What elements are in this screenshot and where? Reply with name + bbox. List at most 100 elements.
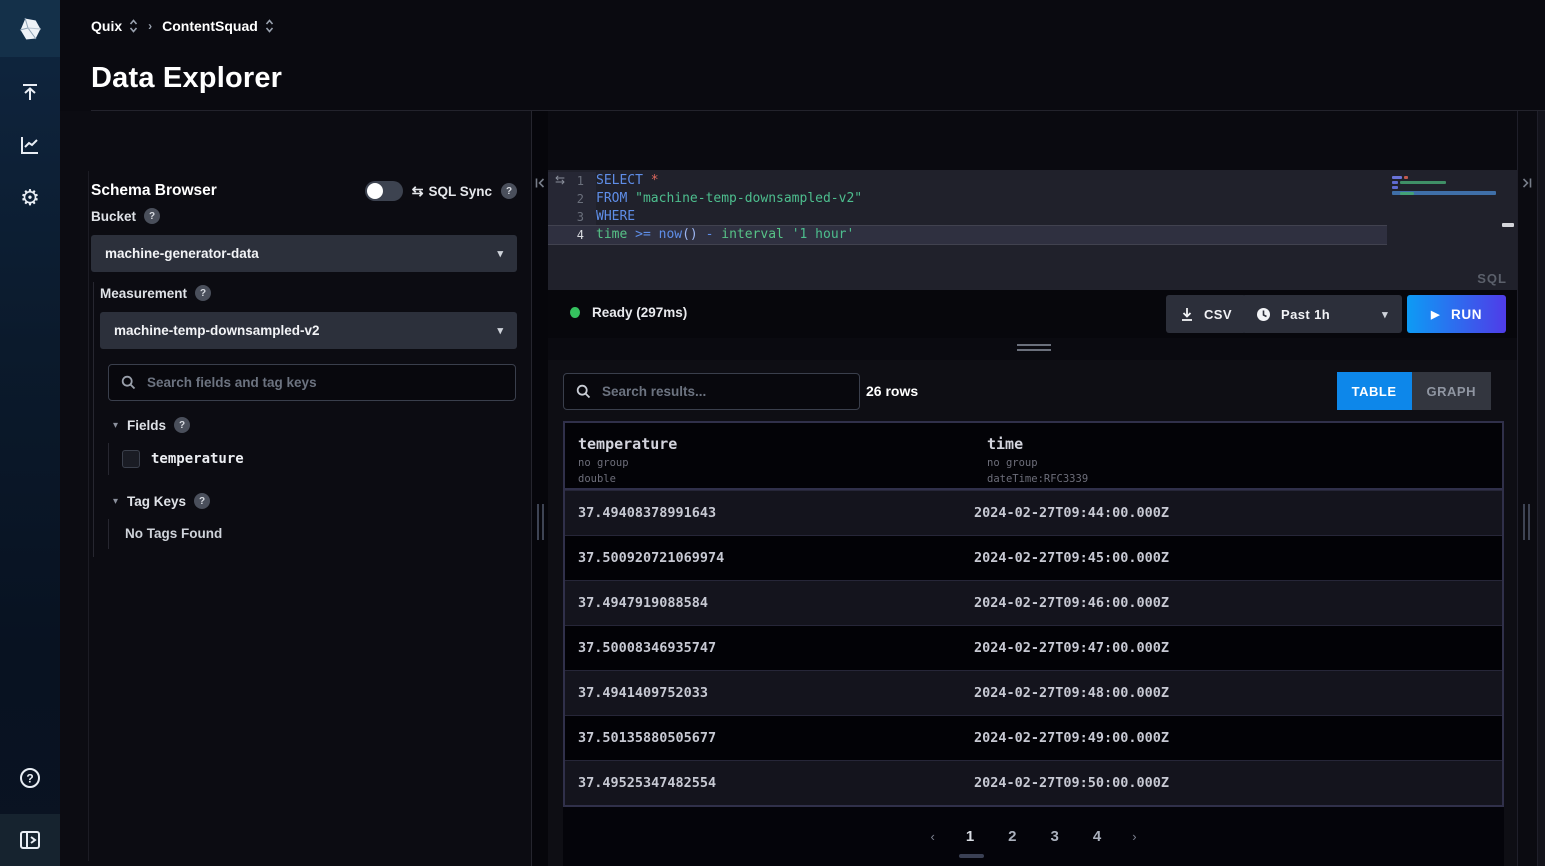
tree-guide-line xyxy=(108,443,109,475)
prev-page-icon[interactable]: ‹ xyxy=(924,829,940,844)
upload-icon[interactable] xyxy=(0,78,60,106)
bucket-help-icon[interactable]: ? xyxy=(144,208,160,224)
collapse-right-icon[interactable] xyxy=(1521,177,1533,189)
tag-keys-help-icon[interactable]: ? xyxy=(194,493,210,509)
editor-minimap[interactable] xyxy=(1390,174,1503,284)
settings-gear-icon[interactable]: ⚙ xyxy=(0,184,60,212)
table-cell: 2024-02-27T09:45:00.000Z xyxy=(974,550,1502,566)
page-button-2[interactable]: 2 xyxy=(1003,824,1021,849)
table-row[interactable]: 37.494083789916432024-02-27T09:44:00.000… xyxy=(565,490,1502,535)
fields-help-icon[interactable]: ? xyxy=(174,417,190,433)
column-header-time[interactable]: time no group dateTime:RFC3339 xyxy=(987,435,1088,485)
results-view-tabs: TABLE GRAPH xyxy=(1337,372,1491,410)
metrics-icon[interactable] xyxy=(0,131,60,159)
code-line[interactable]: 4time >= now() - interval '1 hour' xyxy=(548,226,1387,244)
fields-label: Fields xyxy=(127,418,166,433)
collapse-caret-icon[interactable]: ▾ xyxy=(113,420,118,431)
sql-sync-help-icon[interactable]: ? xyxy=(501,183,517,199)
chevron-down-icon: ▾ xyxy=(497,324,503,337)
table-cell: 37.49408378991643 xyxy=(565,505,974,521)
minimap-line xyxy=(1392,176,1402,179)
table-cell: 2024-02-27T09:47:00.000Z xyxy=(974,640,1502,656)
active-page-indicator xyxy=(959,854,984,858)
code-line[interactable]: 2FROM "machine-temp-downsampled-v2" xyxy=(548,190,1387,208)
table-row[interactable]: 37.49414097520332024-02-27T09:48:00.000Z xyxy=(565,670,1502,715)
results-search-input[interactable]: Search results... xyxy=(563,373,860,410)
tree-guide-line xyxy=(108,519,109,549)
help-icon[interactable]: ? xyxy=(0,764,60,792)
breadcrumb-separator: › xyxy=(148,19,152,33)
column-header-temperature[interactable]: temperature no group double xyxy=(578,435,677,485)
code-line[interactable]: 1SELECT * xyxy=(548,172,1387,190)
breadcrumb-workspace[interactable]: ContentSquad xyxy=(162,18,274,34)
chevron-down-icon: ▾ xyxy=(1382,308,1388,321)
table-row[interactable]: 37.49479190885842024-02-27T09:46:00.000Z xyxy=(565,580,1502,625)
tab-graph[interactable]: GRAPH xyxy=(1412,372,1491,410)
next-page-icon[interactable]: › xyxy=(1126,829,1142,844)
code-text: WHERE xyxy=(596,208,635,226)
splitter-handle[interactable] xyxy=(1523,504,1530,540)
minimap-line xyxy=(1392,181,1398,184)
run-button[interactable]: ▶ RUN xyxy=(1407,295,1506,333)
results-table: temperature no group double time no grou… xyxy=(563,421,1504,807)
breadcrumb-org-label: Quix xyxy=(91,18,122,34)
left-splitter[interactable] xyxy=(531,111,548,866)
page-button-3[interactable]: 3 xyxy=(1046,824,1064,849)
table-header: temperature no group double time no grou… xyxy=(565,423,1502,490)
table-cell: 37.4947919088584 xyxy=(565,595,974,611)
clock-icon xyxy=(1256,307,1271,322)
field-item-temperature[interactable]: temperature xyxy=(122,450,244,468)
sql-editor[interactable]: ⇆ 1SELECT *2FROM "machine-temp-downsampl… xyxy=(548,170,1517,290)
run-label: RUN xyxy=(1451,307,1482,322)
org-switcher-icon[interactable] xyxy=(129,19,138,33)
page-button-1[interactable]: 1 xyxy=(961,824,979,849)
measurement-help-icon[interactable]: ? xyxy=(195,285,211,301)
sql-sync-toggle[interactable] xyxy=(365,181,403,201)
right-splitter[interactable] xyxy=(1517,111,1545,866)
code-text: time >= now() - interval '1 hour' xyxy=(596,226,854,244)
csv-download-button[interactable]: CSV xyxy=(1166,295,1246,333)
horizontal-splitter-handle[interactable] xyxy=(1017,344,1051,351)
schema-search-input[interactable]: Search fields and tag keys xyxy=(108,364,516,401)
table-cell: 2024-02-27T09:46:00.000Z xyxy=(974,595,1502,611)
table-body: 37.494083789916432024-02-27T09:44:00.000… xyxy=(565,490,1502,805)
measurement-label: Measurement xyxy=(100,286,187,301)
minimap-scroll-thumb[interactable] xyxy=(1502,223,1514,227)
measurement-dropdown[interactable]: machine-temp-downsampled-v2 ▾ xyxy=(100,312,517,349)
splitter-handle[interactable] xyxy=(537,504,544,540)
collapse-caret-icon[interactable]: ▾ xyxy=(113,496,118,507)
table-cell: 37.49525347482554 xyxy=(565,775,974,791)
temperature-checkbox[interactable] xyxy=(122,450,140,468)
fields-section-header[interactable]: ▾ Fields ? xyxy=(113,417,190,433)
status-text: Ready (297ms) xyxy=(592,305,687,320)
app-window: ⚙ ? Quix › ContentSquad xyxy=(0,0,1545,866)
page-button-4[interactable]: 4 xyxy=(1088,824,1106,849)
results-panel: Search results... 26 rows TABLE GRAPH te… xyxy=(548,360,1517,866)
table-row[interactable]: 37.495253474825542024-02-27T09:50:00.000… xyxy=(565,760,1502,805)
bucket-dropdown[interactable]: machine-generator-data ▾ xyxy=(91,235,517,272)
table-cell: 2024-02-27T09:48:00.000Z xyxy=(974,685,1502,701)
line-number: 4 xyxy=(548,226,596,244)
play-icon: ▶ xyxy=(1431,308,1440,321)
code-line[interactable]: 3WHERE xyxy=(548,208,1387,226)
table-row[interactable]: 37.500083469357472024-02-27T09:47:00.000… xyxy=(565,625,1502,670)
page-title: Data Explorer xyxy=(91,62,282,95)
code-lines: 1SELECT *2FROM "machine-temp-downsampled… xyxy=(548,172,1387,244)
code-text: SELECT * xyxy=(596,172,659,190)
quix-logo-icon xyxy=(16,15,44,43)
no-tags-message: No Tags Found xyxy=(125,526,222,541)
nav-rail: ⚙ ? xyxy=(0,0,60,866)
breadcrumb-workspace-label: ContentSquad xyxy=(162,18,258,34)
quix-logo[interactable] xyxy=(0,0,60,57)
bucket-label: Bucket xyxy=(91,209,136,224)
table-row[interactable]: 37.501358805056772024-02-27T09:49:00.000… xyxy=(565,715,1502,760)
breadcrumb-org[interactable]: Quix xyxy=(91,18,138,34)
tab-table[interactable]: TABLE xyxy=(1337,372,1412,410)
tree-guide-line xyxy=(93,282,94,557)
tag-keys-section-header[interactable]: ▾ Tag Keys ? xyxy=(113,493,210,509)
collapse-left-icon[interactable] xyxy=(534,177,546,189)
time-range-dropdown[interactable]: Past 1h ▾ xyxy=(1242,295,1402,333)
expand-panel-icon[interactable] xyxy=(0,814,60,866)
workspace-switcher-icon[interactable] xyxy=(265,19,274,33)
table-row[interactable]: 37.5009207210699742024-02-27T09:45:00.00… xyxy=(565,535,1502,580)
